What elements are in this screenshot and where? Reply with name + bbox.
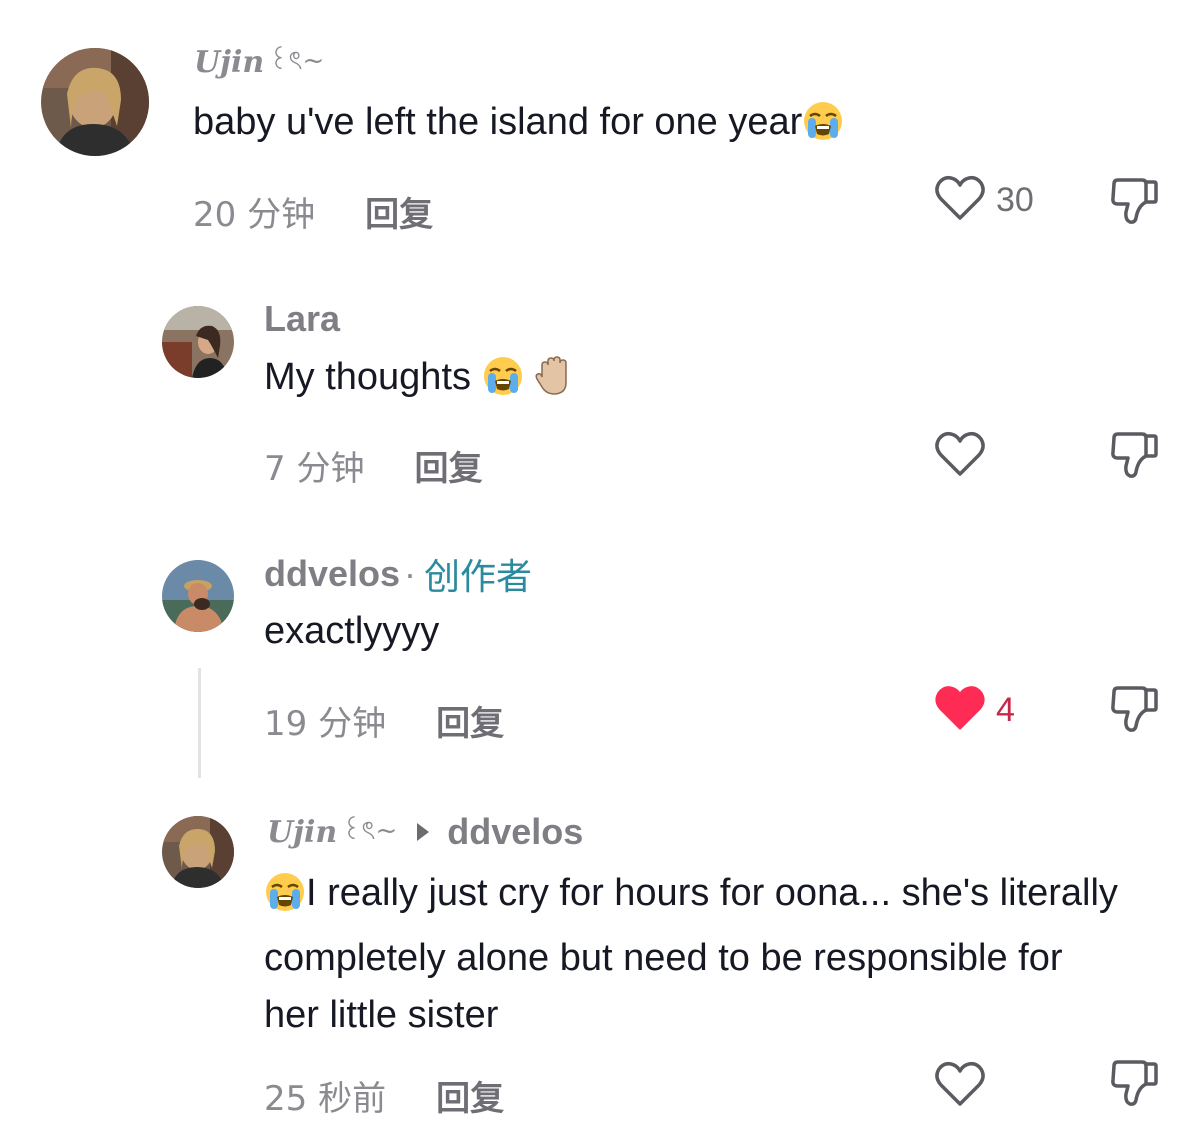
comment-time: 19 分钟 [264, 704, 387, 744]
thumbs-down-icon [1108, 178, 1160, 230]
reply-button[interactable]: 回复 [436, 704, 504, 744]
reply-arrow-icon [417, 823, 430, 841]
comment-body: baby u've left the island for one year [193, 101, 803, 143]
crying-face-emoji [482, 355, 524, 414]
avatar[interactable] [41, 48, 149, 156]
reply-button[interactable]: 回复 [365, 195, 433, 235]
like-button[interactable] [934, 430, 996, 483]
heart-outline-icon [934, 430, 986, 483]
thumbs-down-icon [1108, 686, 1160, 738]
dislike-button[interactable] [1108, 684, 1160, 739]
comment-text: exactlyyyy [264, 603, 1164, 660]
avatar[interactable] [162, 306, 234, 378]
avatar[interactable] [162, 816, 234, 888]
comment-username[interactable]: ddvelos · 创作者 [264, 552, 532, 598]
comment-username[interactable]: Ujin ꒰ৎ~ [194, 40, 324, 84]
thumbs-down-icon [1108, 1060, 1160, 1112]
comment-body: exactlyyyy [264, 610, 440, 652]
comment-meta: 7 分钟 回复 [264, 441, 482, 490]
separator-dot: · [404, 553, 417, 594]
comment-meta: 25 秒前 回复 [264, 1071, 504, 1120]
like-count: 30 [996, 181, 1034, 219]
avatar[interactable] [162, 560, 234, 632]
like-button[interactable] [934, 1060, 996, 1113]
comment-text: My thoughts [264, 349, 1164, 414]
username-text: ddvelos [264, 553, 401, 594]
comment-meta: 19 分钟 回复 [264, 696, 504, 745]
reply-button[interactable]: 回复 [414, 449, 482, 489]
comment-username[interactable]: Lara [264, 297, 340, 341]
comment-time: 25 秒前 [264, 1079, 387, 1119]
like-button[interactable]: 30 [934, 174, 1034, 227]
dislike-button[interactable] [1108, 1058, 1160, 1113]
username-decoration: ꒰ৎ~ [341, 816, 398, 846]
reply-target-username[interactable]: ddvelos [447, 811, 583, 853]
like-count: 4 [996, 691, 1015, 729]
heart-filled-icon [934, 684, 986, 737]
thumbs-down-icon [1108, 432, 1160, 484]
heart-outline-icon [934, 1060, 986, 1113]
comment-time: 7 分钟 [264, 449, 365, 489]
reply-button[interactable]: 回复 [436, 1079, 504, 1119]
crying-face-emoji [264, 871, 306, 930]
crying-face-emoji [802, 100, 844, 159]
comment-body: I really just cry for hours for oona... … [264, 872, 1118, 1036]
username-decoration: ꒰ৎ~ [268, 46, 325, 76]
comment-body: My thoughts [264, 356, 482, 398]
dislike-button[interactable] [1108, 430, 1160, 485]
comment-meta: 20 分钟 回复 [193, 187, 433, 236]
comment-username[interactable]: Ujin ꒰ৎ~ ddvelos [267, 810, 583, 854]
like-button[interactable]: 4 [934, 684, 1015, 737]
username-text: Ujin [194, 44, 265, 80]
creator-badge: 创作者 [424, 557, 533, 598]
username-text: Lara [264, 298, 341, 339]
dislike-button[interactable] [1108, 176, 1160, 231]
raised-hand-emoji [534, 355, 574, 414]
comment-time: 20 分钟 [193, 195, 316, 235]
username-text: Ujin [267, 814, 338, 850]
thread-line [198, 668, 201, 778]
comment-text: baby u've left the island for one year [193, 94, 1093, 159]
heart-outline-icon [934, 174, 986, 227]
comment-text: I really just cry for hours for oona... … [264, 865, 1124, 1044]
